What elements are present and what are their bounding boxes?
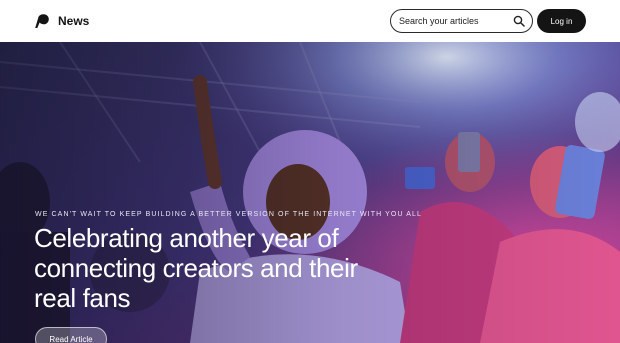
- hero-eyebrow: We can't wait to keep building a better …: [35, 211, 423, 218]
- search-icon[interactable]: [513, 15, 525, 27]
- hero-headline[interactable]: Celebrating another year of connecting c…: [34, 223, 394, 313]
- hero-banner[interactable]: We can't wait to keep building a better …: [0, 42, 620, 343]
- read-article-button[interactable]: Read Article: [35, 327, 107, 343]
- top-navigation-bar: News Log in: [0, 0, 620, 42]
- search-input[interactable]: [399, 12, 511, 30]
- search-box[interactable]: [390, 9, 533, 33]
- section-title[interactable]: News: [58, 13, 89, 29]
- login-button[interactable]: Log in: [537, 9, 586, 33]
- patreon-logo-icon[interactable]: [34, 13, 50, 29]
